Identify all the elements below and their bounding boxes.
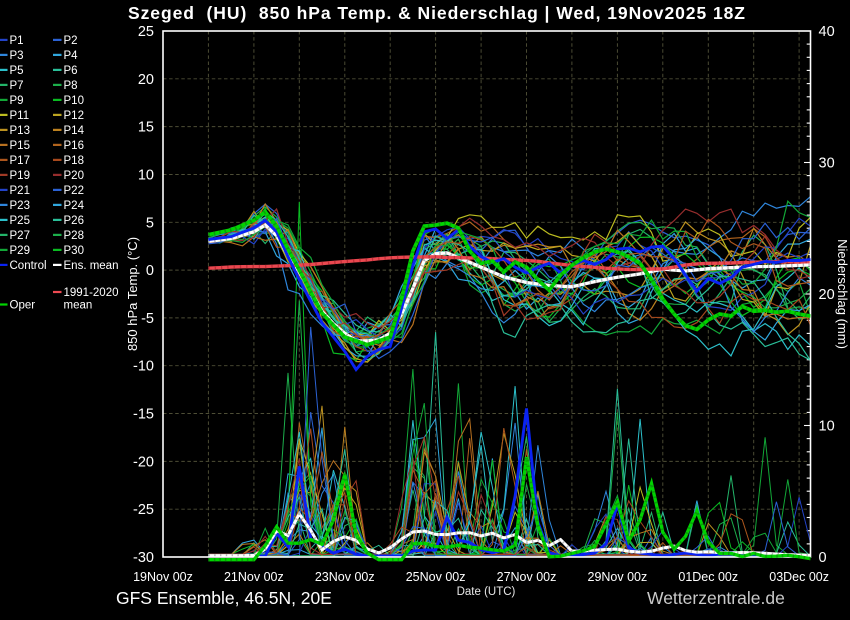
svg-text:P21: P21 — [10, 185, 30, 197]
svg-text:21Nov 00z: 21Nov 00z — [224, 570, 284, 584]
svg-text:15: 15 — [138, 120, 154, 136]
svg-text:P8: P8 — [64, 80, 78, 92]
svg-text:25Nov 00z: 25Nov 00z — [406, 570, 466, 584]
svg-text:29Nov 00z: 29Nov 00z — [588, 570, 648, 584]
svg-text:P16: P16 — [64, 140, 84, 152]
svg-text:25: 25 — [138, 24, 154, 40]
svg-text:Szeged (HU) 850 hPa Temp. &: Szeged (HU) 850 hPa Temp. & Niederschlag… — [128, 3, 745, 23]
svg-text:P3: P3 — [10, 50, 24, 62]
svg-text:-10: -10 — [133, 359, 154, 375]
svg-text:0: 0 — [146, 263, 154, 279]
svg-text:23Nov 00z: 23Nov 00z — [315, 570, 375, 584]
svg-text:5: 5 — [146, 215, 154, 231]
svg-text:-30: -30 — [133, 550, 154, 566]
svg-text:20: 20 — [138, 72, 154, 88]
svg-text:P17: P17 — [10, 155, 30, 167]
svg-text:P7: P7 — [10, 80, 24, 92]
svg-text:P2: P2 — [64, 35, 78, 47]
svg-text:Wetterzentrale.de: Wetterzentrale.de — [647, 588, 785, 608]
svg-text:P11: P11 — [10, 110, 30, 122]
svg-text:30: 30 — [819, 156, 835, 172]
svg-text:P23: P23 — [10, 200, 30, 212]
svg-text:P24: P24 — [64, 200, 85, 212]
svg-text:P29: P29 — [10, 245, 30, 257]
svg-text:03Dec 00z: 03Dec 00z — [769, 570, 829, 584]
svg-text:GFS Ensemble, 46.5N, 20E: GFS Ensemble, 46.5N, 20E — [116, 588, 332, 608]
svg-text:mean: mean — [64, 300, 93, 312]
svg-text:P19: P19 — [10, 170, 30, 182]
svg-text:P25: P25 — [10, 215, 30, 227]
svg-text:40: 40 — [819, 24, 835, 40]
svg-text:10: 10 — [138, 167, 154, 183]
svg-text:P28: P28 — [64, 230, 84, 242]
svg-text:-5: -5 — [141, 311, 154, 327]
svg-text:27Nov 00z: 27Nov 00z — [497, 570, 557, 584]
svg-text:-15: -15 — [133, 407, 154, 423]
svg-text:1991-2020: 1991-2020 — [64, 287, 119, 299]
svg-text:P10: P10 — [64, 95, 84, 107]
svg-text:P26: P26 — [64, 215, 84, 227]
svg-text:P18: P18 — [64, 155, 84, 167]
svg-text:P13: P13 — [10, 125, 30, 137]
svg-text:P6: P6 — [64, 65, 78, 77]
svg-text:P14: P14 — [64, 125, 85, 137]
svg-text:P12: P12 — [64, 110, 84, 122]
svg-text:20: 20 — [819, 287, 835, 303]
svg-text:P27: P27 — [10, 230, 30, 242]
svg-text:P30: P30 — [64, 245, 84, 257]
svg-text:10: 10 — [819, 419, 835, 435]
svg-text:-25: -25 — [133, 502, 154, 518]
svg-text:Ens. mean: Ens. mean — [64, 260, 119, 272]
svg-text:Niederschlag (mm): Niederschlag (mm) — [835, 239, 850, 349]
svg-text:P22: P22 — [64, 185, 84, 197]
svg-text:850 hPa Temp. (°C): 850 hPa Temp. (°C) — [125, 237, 140, 351]
svg-text:P4: P4 — [64, 50, 79, 62]
svg-text:-20: -20 — [133, 454, 154, 470]
svg-text:P5: P5 — [10, 65, 24, 77]
svg-text:01Dec 00z: 01Dec 00z — [678, 570, 738, 584]
svg-text:P1: P1 — [10, 35, 24, 47]
svg-text:Oper: Oper — [10, 300, 36, 312]
svg-text:Date (UTC): Date (UTC) — [457, 586, 516, 598]
svg-text:P15: P15 — [10, 140, 30, 152]
svg-text:19Nov 00z: 19Nov 00z — [133, 570, 193, 584]
svg-text:0: 0 — [819, 550, 827, 566]
svg-text:P20: P20 — [64, 170, 84, 182]
svg-text:P9: P9 — [10, 95, 24, 107]
svg-text:Control: Control — [10, 260, 47, 272]
